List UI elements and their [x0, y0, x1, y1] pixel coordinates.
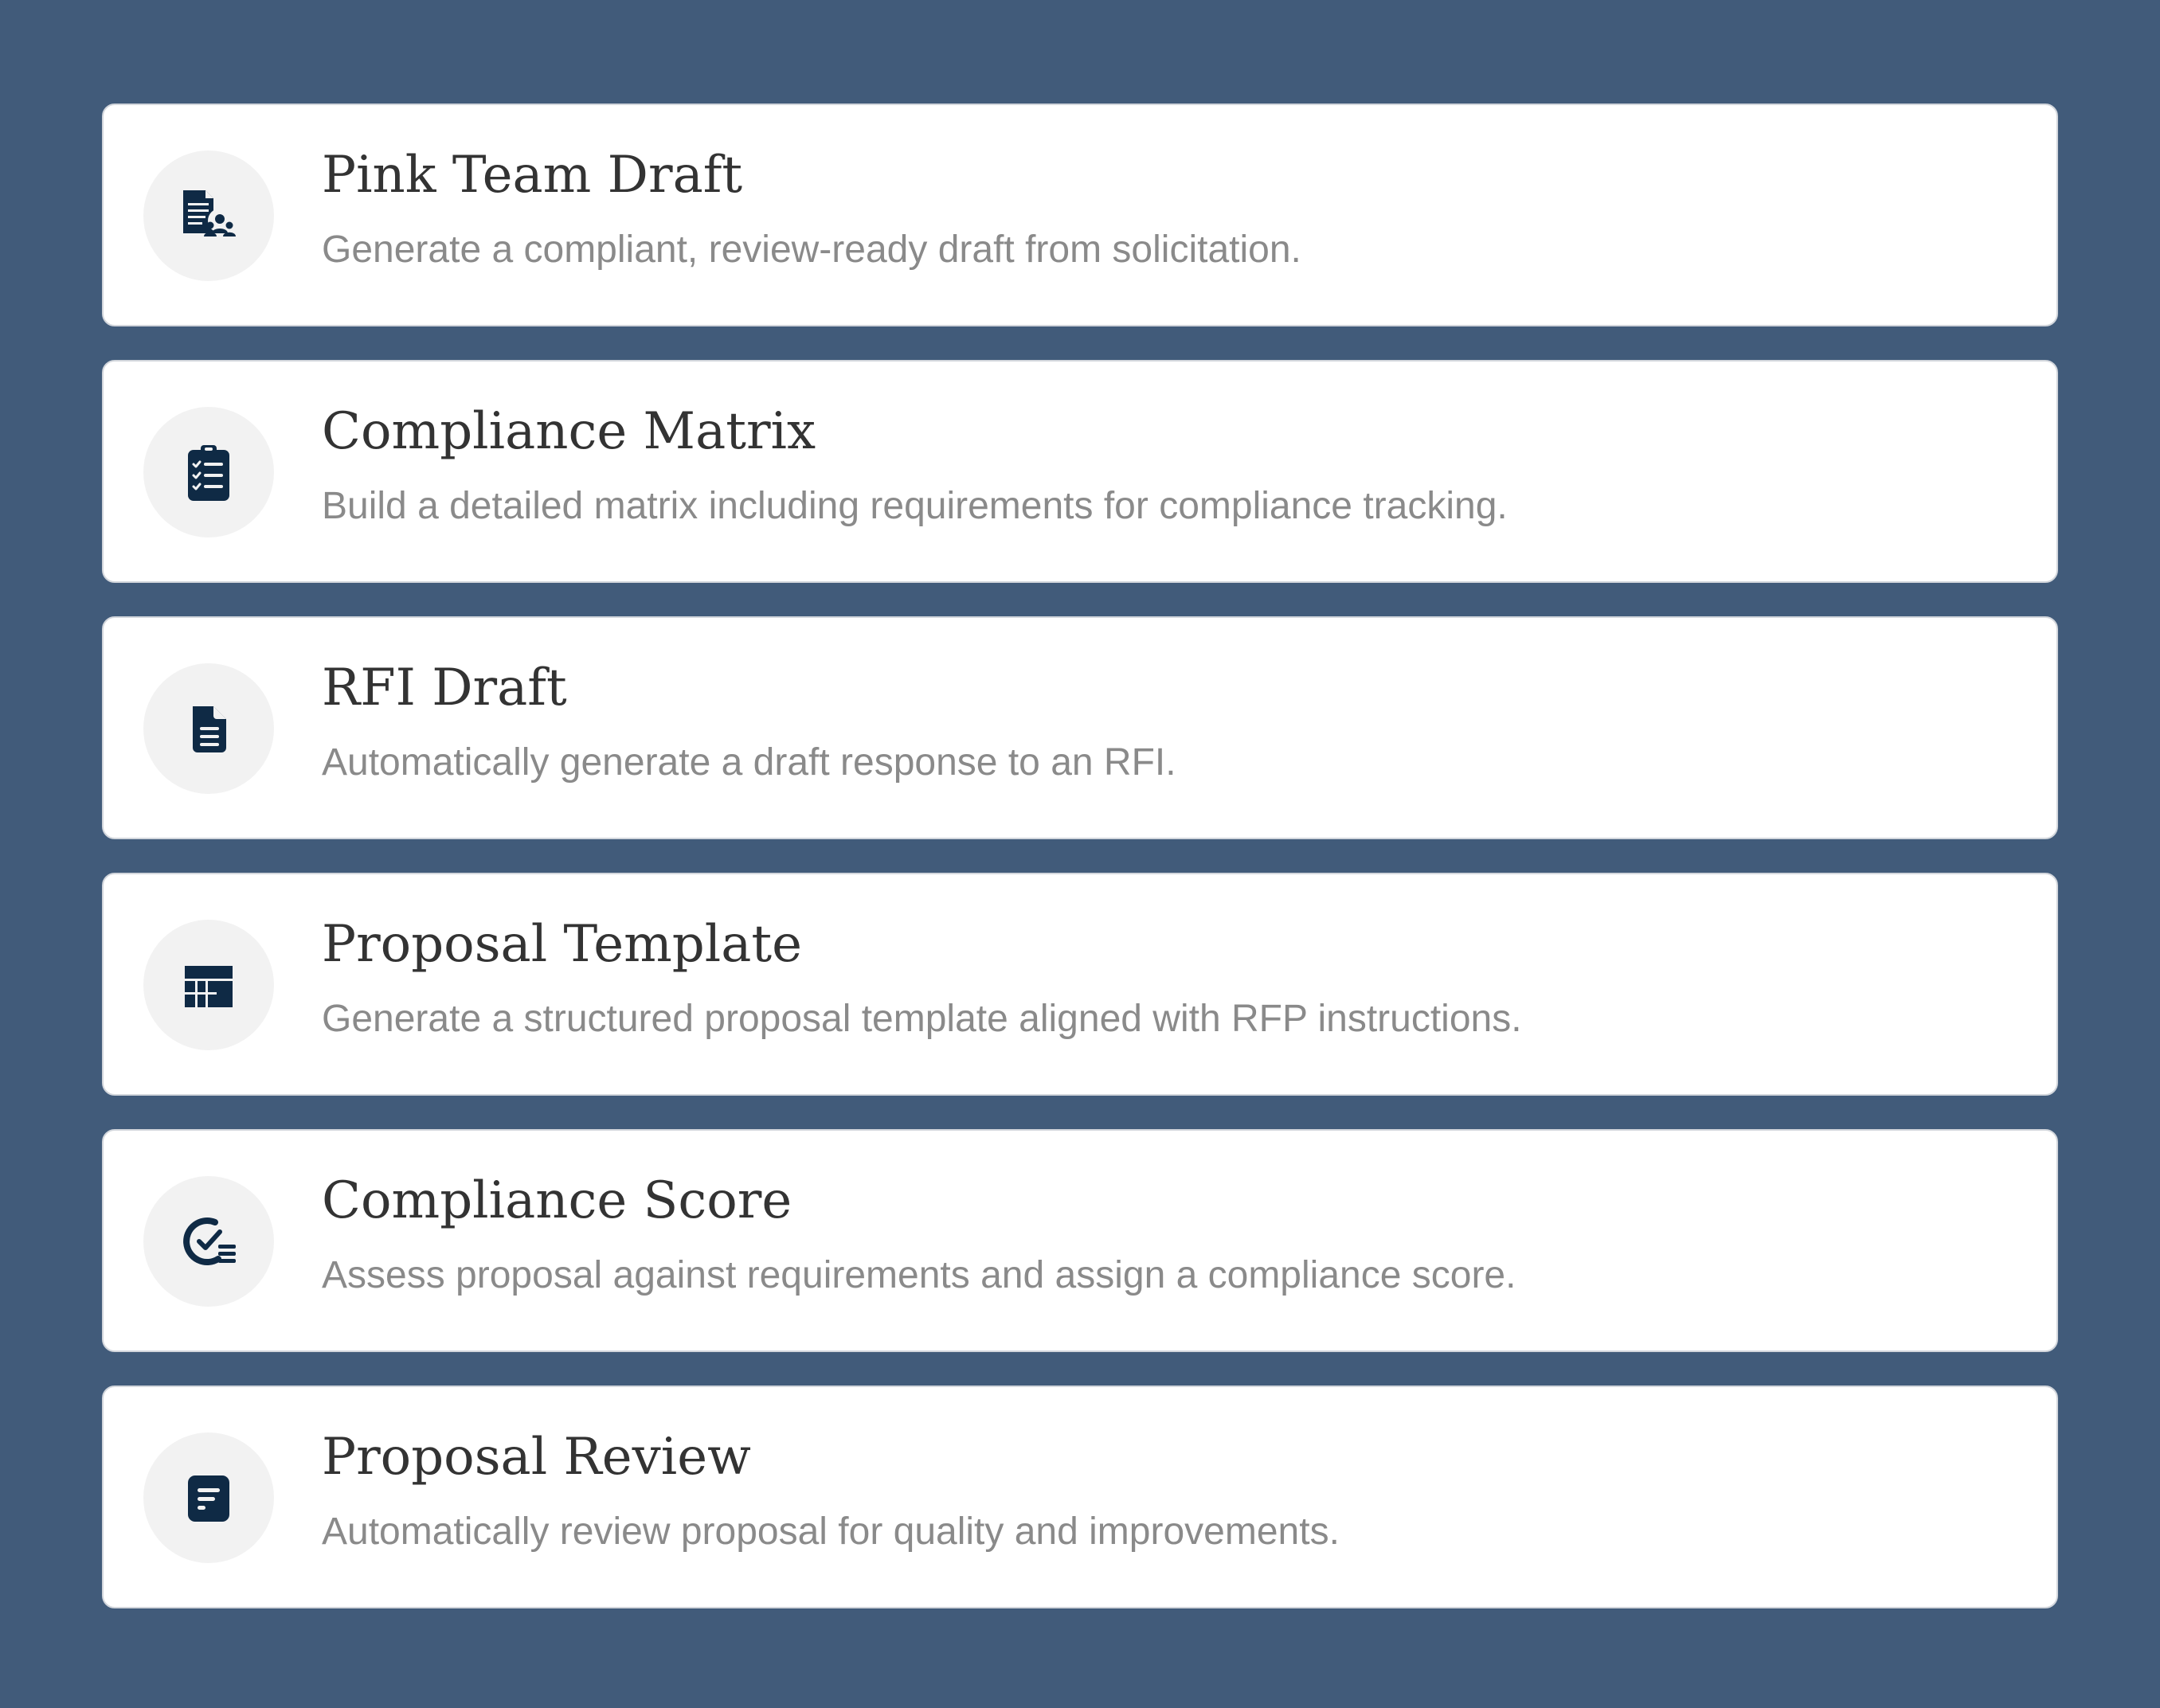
card-pink-team-draft[interactable]: Pink Team Draft Generate a compliant, re… — [102, 104, 2058, 326]
card-compliance-matrix[interactable]: Compliance Matrix Build a detailed matri… — [102, 360, 2058, 583]
card-description: Generate a compliant, review-ready draft… — [322, 229, 1301, 271]
card-description: Assess proposal against requirements and… — [322, 1254, 1516, 1296]
icon-badge — [143, 920, 274, 1050]
table-layout-icon — [185, 966, 233, 1007]
icon-badge — [143, 150, 274, 281]
note-lines-icon — [188, 1475, 229, 1522]
card-description: Automatically generate a draft response … — [322, 741, 1176, 784]
card-title: Compliance Score — [322, 1171, 792, 1230]
card-proposal-review[interactable]: Proposal Review Automatically review pro… — [102, 1386, 2058, 1608]
document-team-icon — [183, 190, 236, 236]
icon-badge — [143, 663, 274, 794]
card-title: Proposal Template — [322, 915, 802, 974]
clipboard-checklist-icon — [188, 445, 229, 501]
icon-badge — [143, 1176, 274, 1307]
card-title: Proposal Review — [322, 1428, 751, 1487]
gauge-check-list-icon — [183, 1217, 236, 1265]
card-title: RFI Draft — [322, 659, 567, 717]
card-rfi-draft[interactable]: RFI Draft Automatically generate a draft… — [102, 616, 2058, 839]
card-title: Compliance Matrix — [322, 402, 816, 461]
icon-badge — [143, 1432, 274, 1563]
tool-card-list: Pink Team Draft Generate a compliant, re… — [102, 104, 2058, 1642]
card-description: Build a detailed matrix including requir… — [322, 485, 1508, 527]
card-compliance-score[interactable]: Compliance Score Assess proposal against… — [102, 1129, 2058, 1352]
card-description: Automatically review proposal for qualit… — [322, 1511, 1340, 1553]
card-title: Pink Team Draft — [322, 146, 743, 205]
card-description: Generate a structured proposal template … — [322, 998, 1522, 1040]
icon-badge — [143, 407, 274, 537]
card-proposal-template[interactable]: Proposal Template Generate a structured … — [102, 873, 2058, 1096]
file-text-icon — [193, 706, 226, 752]
